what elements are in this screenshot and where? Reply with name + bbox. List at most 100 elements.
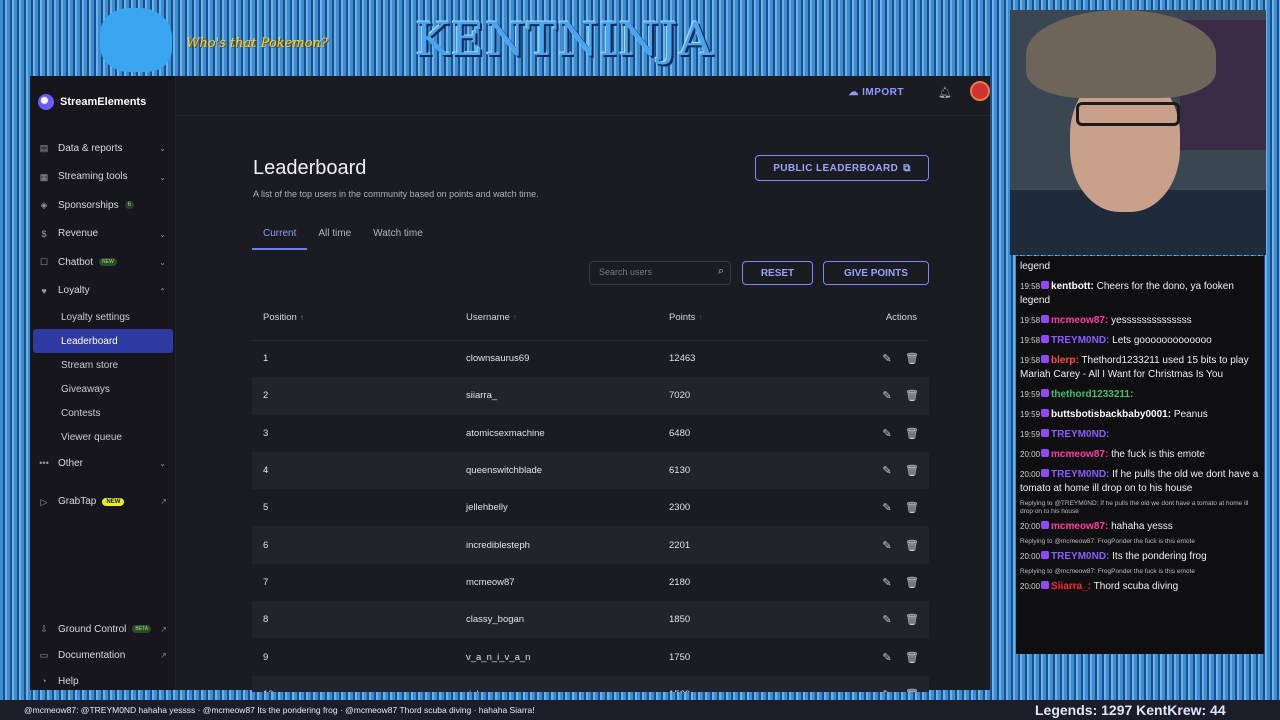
edit-icon[interactable]: ✎ (881, 501, 893, 514)
sidebar-item-help[interactable]: ◔ Help (30, 668, 176, 690)
column-label: Username (466, 312, 510, 324)
actions-cell: ✎ 🗑︎ (839, 638, 929, 675)
sidebar-subitem-viewer-queue[interactable]: Viewer queue (33, 425, 173, 449)
bell-icon[interactable]: 🔔︎ (938, 86, 952, 99)
sidebar-item-ground-control[interactable]: ⇩ Ground Control BETA ↗ (30, 616, 176, 642)
sidebar-subitem-stream-store[interactable]: Stream store (33, 353, 173, 377)
import-button[interactable]: ☁ IMPORT (848, 87, 904, 98)
points-cell: 12463 (669, 353, 696, 365)
edit-icon[interactable]: ✎ (881, 539, 893, 552)
chat-badge-icon (1041, 335, 1050, 343)
external-link-icon: ↗ (160, 624, 167, 634)
chat-timestamp: 20:00 (1020, 470, 1041, 479)
tab-watch-time[interactable]: Watch time (362, 228, 434, 250)
table-row: 8 classy_bogan 1850 ✎ 🗑︎ (252, 601, 929, 639)
position-cell: 5 (263, 502, 269, 514)
column-header-position[interactable]: Position ↑ (252, 296, 466, 341)
sidebar-item-sponsorships[interactable]: ◈ Sponsorships 6 (30, 191, 176, 220)
chat-username[interactable]: mcmeow87: (1051, 449, 1108, 460)
chat-text: hahaha yesss (1111, 521, 1173, 532)
pokemon-silhouette (100, 8, 172, 72)
trash-icon[interactable]: 🗑︎ (905, 576, 919, 589)
actions-cell: ✎ 🗑︎ (839, 564, 929, 601)
edit-icon[interactable]: ✎ (881, 613, 893, 626)
sidebar-item-data-reports[interactable]: ▤ Data & reports ⌄ (30, 134, 176, 163)
sidebar-item-revenue[interactable]: $ Revenue ⌄ (30, 220, 176, 249)
column-header-username[interactable]: Username ↑ (466, 296, 669, 341)
chat-username[interactable]: blerp: (1051, 355, 1079, 366)
brand[interactable]: StreamElements (38, 94, 146, 110)
table-row: 1 clownsaurus69 12463 ✎ 🗑︎ (252, 340, 929, 377)
search-icon[interactable]: ⌕ (718, 265, 724, 278)
sort-arrow-icon: ↑ (299, 313, 304, 323)
position-cell: 4 (252, 451, 466, 490)
pokemon-caption: Who's that Pokemon? (186, 36, 328, 51)
trash-icon[interactable]: 🗑︎ (905, 539, 919, 552)
edit-icon[interactable]: ✎ (881, 352, 893, 365)
chat-username[interactable]: kentbott: (1051, 281, 1094, 292)
sidebar-subitem-contests[interactable]: Contests (33, 401, 173, 425)
edit-icon[interactable]: ✎ (881, 576, 893, 589)
trash-icon[interactable]: 🗑︎ (905, 501, 919, 514)
chat-username[interactable]: buttsbotisbackbaby0001: (1051, 409, 1171, 420)
sidebar-item-documentation[interactable]: ▭ Documentation ↗ (30, 642, 176, 668)
sidebar-bottom-nav: ⇩ Ground Control BETA ↗ ▭ Documentation … (30, 616, 176, 690)
edit-icon[interactable]: ✎ (881, 688, 893, 692)
edit-icon[interactable]: ✎ (881, 427, 893, 440)
sidebar-item-grabtap[interactable]: ▷ GrabTap NEW ↗ (30, 488, 176, 517)
sidebar-item-streaming-tools[interactable]: ▦ Streaming tools ⌄ (30, 163, 176, 192)
trash-icon[interactable]: 🗑︎ (905, 464, 919, 477)
sidebar-item-chatbot[interactable]: ☐ Chatbot NEW ⌄ (30, 248, 176, 277)
edit-icon[interactable]: ✎ (881, 389, 893, 402)
reset-button[interactable]: RESET (742, 261, 813, 285)
chat-username[interactable]: TREYM0ND: (1051, 429, 1109, 440)
trash-icon[interactable]: 🗑︎ (905, 389, 919, 402)
chat-username[interactable]: mcmeow87: (1051, 521, 1108, 532)
trash-icon[interactable]: 🗑︎ (905, 427, 919, 440)
column-header-actions: Actions (839, 296, 929, 341)
avatar[interactable] (970, 81, 990, 101)
table-row: 10ripley1560 ✎ 🗑︎ (252, 675, 929, 692)
sidebar-item-loyalty[interactable]: ♥ Loyalty ⌃ (30, 277, 176, 306)
trash-icon[interactable]: 🗑︎ (905, 613, 919, 626)
search-input[interactable] (599, 267, 709, 277)
sidebar-subitem-loyalty-settings[interactable]: Loyalty settings (33, 305, 173, 329)
table-row: 4 queenswitchblade 6130 ✎ 🗑︎ (252, 451, 929, 490)
tab-all-time[interactable]: All time (307, 228, 362, 250)
sidebar-subitem-giveaways[interactable]: Giveaways (33, 377, 173, 401)
points-cell: 2300 (669, 502, 691, 514)
chat-username[interactable]: mcmeow87: (1051, 315, 1108, 326)
chat-username[interactable]: Siiarra_: (1051, 581, 1091, 592)
chevron-down-icon: ⌄ (159, 172, 166, 182)
sidebar: StreamElements ▤ Data & reports ⌄ ▦ Stre… (30, 76, 176, 690)
external-link-icon: ↗ (160, 497, 167, 507)
chart-icon: ▤ (39, 143, 49, 154)
chat-message: 19:58 blerp: Thethord1233211 used 15 bits… (1020, 354, 1260, 382)
sidebar-item-label: Help (58, 675, 79, 687)
chat-timestamp: 19:58 (1020, 336, 1041, 345)
chat-username[interactable]: thethord1233211: (1051, 389, 1133, 400)
chat-username[interactable]: TREYM0ND: (1051, 469, 1109, 480)
tab-current[interactable]: Current (252, 228, 308, 250)
chat-text: yessssssssssssss (1111, 315, 1192, 326)
chat-badge-icon (1041, 581, 1050, 589)
actions-cell: ✎ 🗑︎ (839, 601, 929, 639)
trash-icon[interactable]: 🗑︎ (905, 688, 919, 692)
leaderboard-panel: Leaderboard A list of the top users in t… (252, 152, 932, 692)
chat-message: 20:00 mcmeow87: hahaha yesss (1020, 520, 1260, 534)
edit-icon[interactable]: ✎ (881, 464, 893, 477)
chat-username[interactable]: TREYM0ND: (1051, 551, 1109, 562)
public-leaderboard-button[interactable]: PUBLIC LEADERBOARD ⧉ (755, 155, 929, 181)
page-title: Leaderboard (253, 157, 367, 179)
points-cell: 6130 (669, 451, 839, 490)
edit-icon[interactable]: ✎ (881, 651, 893, 664)
trash-icon[interactable]: 🗑︎ (905, 651, 919, 664)
chat-badge-icon (1041, 429, 1050, 437)
sidebar-subitem-leaderboard[interactable]: Leaderboard (33, 329, 173, 353)
trash-icon[interactable]: 🗑︎ (905, 352, 919, 365)
chat-timestamp: 20:00 (1020, 552, 1041, 561)
sidebar-item-other[interactable]: ••• Other ⌄ (30, 449, 176, 478)
column-header-points[interactable]: Points ↑ (669, 296, 839, 341)
give-points-button[interactable]: GIVE POINTS (823, 261, 929, 285)
chat-username[interactable]: TREYM0ND: (1051, 335, 1109, 346)
